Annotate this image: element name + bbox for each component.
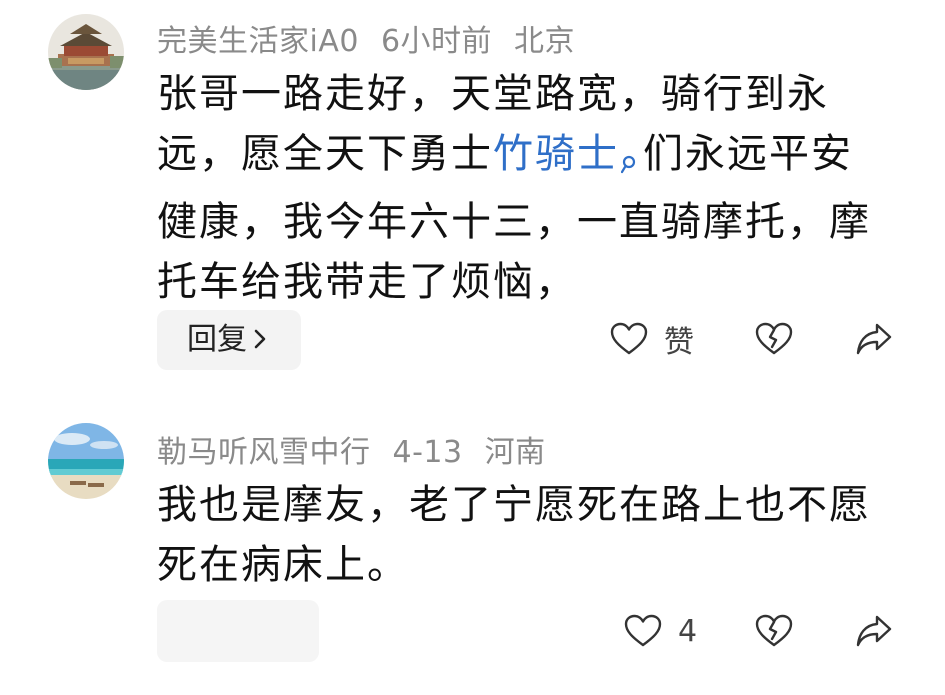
like-button[interactable]: 4 [624,601,697,661]
comment-meta: 勒马听风雪中行 4-13 河南 [157,427,568,471]
broken-heart-icon [755,614,793,647]
comment-actions: 4 [600,601,900,661]
reply-button[interactable]: 回复 [157,310,301,370]
topic-link[interactable]: 竹骑士 [493,131,619,177]
share-icon [856,615,892,647]
heart-icon [624,614,662,647]
dislike-button[interactable] [755,309,793,369]
comment-item: 完美生活家iA0 6小时前 北京 张哥一路走好，天堂路宽，骑行到永远，愿全天下勇士竹… [0,0,945,395]
broken-heart-icon [755,322,793,355]
comment-time: 6小时前 [380,24,493,59]
share-button[interactable] [855,601,893,661]
like-button[interactable]: 赞 [610,309,694,369]
dislike-button[interactable] [755,601,793,661]
comment-time: 4-13 [392,435,463,470]
comment-meta: 完美生活家iA0 6小时前 北京 [157,16,597,60]
chevron-right-icon [253,311,267,371]
search-icon[interactable] [620,132,639,192]
comment-text: 我也是摩友，老了宁愿死在路上也不愿死在病床上。 [157,482,871,588]
like-count: 4 [678,613,698,649]
reply-label: 回复 [187,322,247,357]
comment-location: 河南 [484,435,546,470]
author-name[interactable]: 勒马听风雪中行 [157,435,371,470]
avatar[interactable] [48,14,124,90]
like-label: 赞 [664,325,694,360]
beach-avatar-icon [48,423,124,499]
share-icon [856,323,892,355]
heart-icon [610,322,648,355]
avatar[interactable] [48,423,124,499]
share-button[interactable] [855,309,893,369]
comment-location: 北京 [514,24,576,59]
comment-actions: 赞 [600,309,900,369]
comment-item: 勒马听风雪中行 4-13 河南 我也是摩友，老了宁愿死在路上也不愿死在病床上。 4 [0,405,945,695]
reply-button[interactable] [157,600,319,662]
author-name[interactable]: 完美生活家iA0 [157,24,359,59]
palace-tower-avatar-icon [48,14,124,90]
comment-text: 张哥一路走好，天堂路宽，骑行到永远，愿全天下勇士竹骑士 们永远平安健康，我今年六十… [157,64,877,312]
